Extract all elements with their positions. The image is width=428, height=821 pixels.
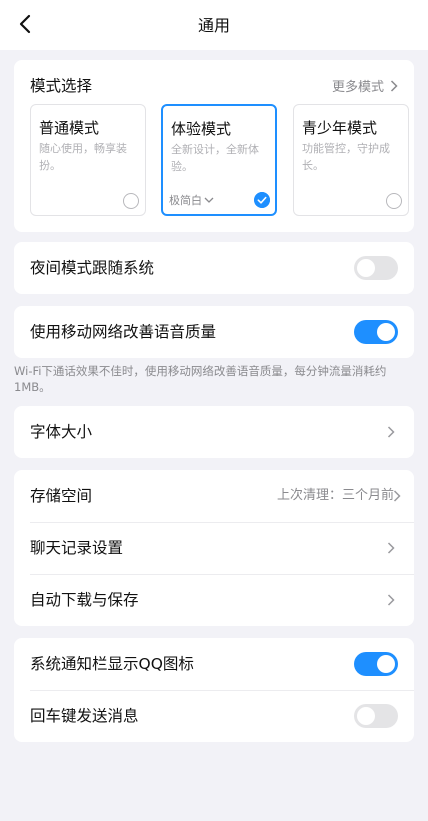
chevron-right-icon (387, 426, 395, 438)
last-clean-text: 上次清理：三个月前 (276, 488, 394, 503)
mobile-network-card: 使用移动网络改善语音质量 (14, 306, 414, 358)
mobile-network-label: 使用移动网络改善语音质量 (30, 323, 217, 341)
mode-option-teen[interactable]: 青少年模式 功能管控，守护成长。 (293, 104, 409, 216)
night-mode-label: 夜间模式跟随系统 (30, 259, 155, 277)
auto-download-label: 自动下载与保存 (30, 591, 139, 609)
chevron-right-icon (387, 594, 395, 606)
mode-option-experience[interactable]: 体验模式 全新设计，全新体验。 极简白 (161, 104, 277, 216)
mode-option-name: 体验模式 (171, 120, 232, 138)
mode-option-desc: 随心使用，畅享装扮。 (39, 142, 127, 172)
mode-select-title: 模式选择 (30, 77, 93, 95)
chevron-right-icon (390, 79, 398, 92)
auto-download-row[interactable]: 自动下载与保存 (14, 574, 414, 626)
more-modes-link[interactable]: 更多模式 (332, 76, 398, 95)
theme-label: 极简白 (169, 194, 202, 207)
storage-group-card: 存储空间 上次清理：三个月前 聊天记录设置 自动下载与保存 (14, 470, 414, 626)
font-size-row[interactable]: 字体大小 (14, 406, 414, 458)
nav-bar: 通用 (0, 0, 428, 50)
notification-group-card: 系统通知栏显示QQ图标 回车键发送消息 (14, 638, 414, 742)
notification-icon-row[interactable]: 系统通知栏显示QQ图标 (14, 638, 414, 690)
more-modes-label: 更多模式 (331, 80, 384, 95)
mode-option-desc: 全新设计，全新体验。 (171, 143, 259, 173)
toggle-knob (357, 259, 375, 277)
check-circle-icon[interactable] (254, 192, 270, 208)
notification-icon-label: 系统通知栏显示QQ图标 (30, 655, 194, 673)
toggle-knob (357, 707, 375, 725)
chat-history-row[interactable]: 聊天记录设置 (14, 522, 414, 574)
chevron-right-icon (387, 542, 395, 554)
notification-icon-toggle[interactable] (354, 652, 398, 676)
theme-dropdown[interactable]: 极简白 (169, 192, 214, 208)
mode-select-card: 模式选择 更多模式 普通模式 随心使用，畅享装扮。 体验模式 全新设计，全新体验… (14, 60, 414, 232)
radio-unchecked-icon[interactable] (123, 193, 139, 209)
font-size-label: 字体大小 (30, 423, 93, 441)
night-mode-row[interactable]: 夜间模式跟随系统 (14, 242, 414, 294)
page-title: 通用 (197, 16, 230, 35)
mode-option-name: 青少年模式 (302, 119, 378, 137)
mobile-network-row[interactable]: 使用移动网络改善语音质量 (14, 306, 414, 358)
storage-label: 存储空间 (30, 487, 93, 505)
chat-history-label: 聊天记录设置 (30, 539, 124, 557)
enter-send-row[interactable]: 回车键发送消息 (14, 690, 414, 742)
toggle-knob (377, 323, 395, 341)
mobile-network-toggle[interactable] (354, 320, 398, 344)
enter-send-toggle[interactable] (354, 704, 398, 728)
night-mode-card: 夜间模式跟随系统 (14, 242, 414, 294)
chevron-right-icon (393, 490, 401, 502)
radio-unchecked-icon[interactable] (386, 193, 402, 209)
mode-option-desc: 功能管控，守护成长。 (302, 142, 390, 172)
mode-option-normal[interactable]: 普通模式 随心使用，畅享装扮。 (30, 104, 146, 216)
mode-option-name: 普通模式 (39, 119, 100, 137)
enter-send-label: 回车键发送消息 (30, 707, 139, 725)
mobile-network-note: Wi-Fi下通话效果不佳时，使用移动网络改善语音质量，每分钟流量消耗约1MB。 (14, 364, 387, 394)
chevron-down-icon (204, 197, 214, 203)
storage-row[interactable]: 存储空间 上次清理：三个月前 (14, 470, 414, 522)
font-size-card: 字体大小 (14, 406, 414, 458)
night-mode-toggle[interactable] (354, 256, 398, 280)
toggle-knob (377, 655, 395, 673)
